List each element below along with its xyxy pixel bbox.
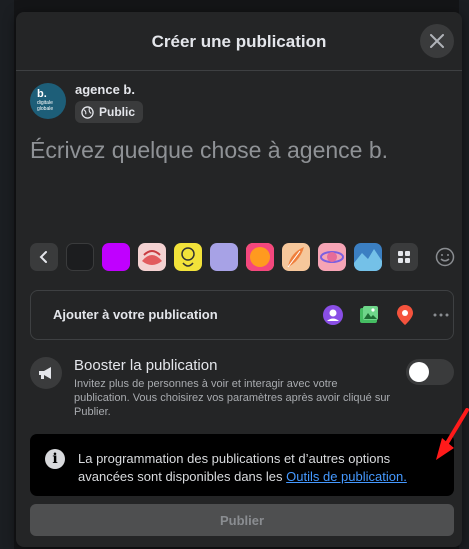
close-button[interactable] <box>420 24 454 58</box>
photo-icon <box>360 306 378 323</box>
megaphone-icon <box>39 367 51 379</box>
boost-toggle[interactable] <box>406 359 454 385</box>
background-swatch-purple[interactable] <box>102 243 130 271</box>
background-swatch-black[interactable] <box>66 243 94 271</box>
boost-title: Booster la publication <box>74 357 218 374</box>
emoji-button[interactable] <box>432 243 458 271</box>
add-to-post-label: Ajouter à votre publication <box>53 307 218 322</box>
info-icon: i <box>45 449 65 469</box>
background-grid-button[interactable] <box>390 243 418 271</box>
grid-icon <box>398 251 410 263</box>
dialog-title: Créer une publication <box>151 32 327 51</box>
privacy-label: Public <box>99 105 136 119</box>
red-heart-pattern <box>142 250 162 265</box>
annotation-arrow <box>436 408 469 460</box>
chevron-left-icon <box>39 251 47 263</box>
orange-circle-pattern <box>246 243 274 271</box>
background-swatch-blue-pattern[interactable] <box>354 243 382 271</box>
more-options-button[interactable] <box>429 303 453 327</box>
blue-wave-pattern <box>354 249 382 271</box>
background-swatch-orange-pink[interactable] <box>246 243 274 271</box>
background-swatch-pink-pattern[interactable] <box>318 243 346 271</box>
globe-icon <box>81 105 94 119</box>
leaf-pattern <box>287 247 304 268</box>
avatar[interactable]: b. digitale globale <box>30 83 66 119</box>
location-icon <box>397 305 413 325</box>
toggle-knob <box>409 362 429 382</box>
info-text: La programmation des publications et d’a… <box>78 450 444 486</box>
author-name: agence b. <box>75 82 135 97</box>
page-backdrop-left <box>0 0 14 549</box>
boost-megaphone <box>30 357 62 389</box>
add-to-post-section: Ajouter à votre publication <box>30 290 454 340</box>
avatar-logo-text: b. <box>37 88 47 100</box>
close-icon <box>430 34 444 48</box>
post-text-input[interactable]: Écrivez quelque chose à agence b. <box>30 137 450 164</box>
background-swatch-lavender[interactable] <box>210 243 238 271</box>
tag-people-icon <box>323 305 343 325</box>
yellow-doodle-pattern <box>181 247 195 267</box>
background-swatch-yellow-pattern[interactable] <box>174 243 202 271</box>
photo-button[interactable] <box>357 303 381 327</box>
scheduling-info-banner: i La programmation des publications et d… <box>30 434 454 496</box>
background-picker <box>30 243 458 273</box>
more-icon <box>433 313 449 317</box>
tag-people-button[interactable] <box>321 303 345 327</box>
background-prev-button[interactable] <box>30 243 58 271</box>
boost-description: Invitez plus de personnes à voir et inte… <box>74 378 391 418</box>
create-post-dialog: Créer une publication b. digitale global… <box>16 12 462 547</box>
background-swatch-red-pattern[interactable] <box>138 243 166 271</box>
background-swatch-orange-pattern[interactable] <box>282 243 310 271</box>
emoji-icon <box>435 247 455 267</box>
publishing-tools-link[interactable]: Outils de publication. <box>286 469 407 484</box>
privacy-selector[interactable]: Public <box>75 101 144 123</box>
avatar-logo-subtext: digitale globale <box>37 100 54 112</box>
publish-button[interactable]: Publier <box>30 504 454 536</box>
pink-planet-pattern <box>320 251 344 263</box>
location-button[interactable] <box>393 303 417 327</box>
dialog-header: Créer une publication <box>16 12 462 71</box>
